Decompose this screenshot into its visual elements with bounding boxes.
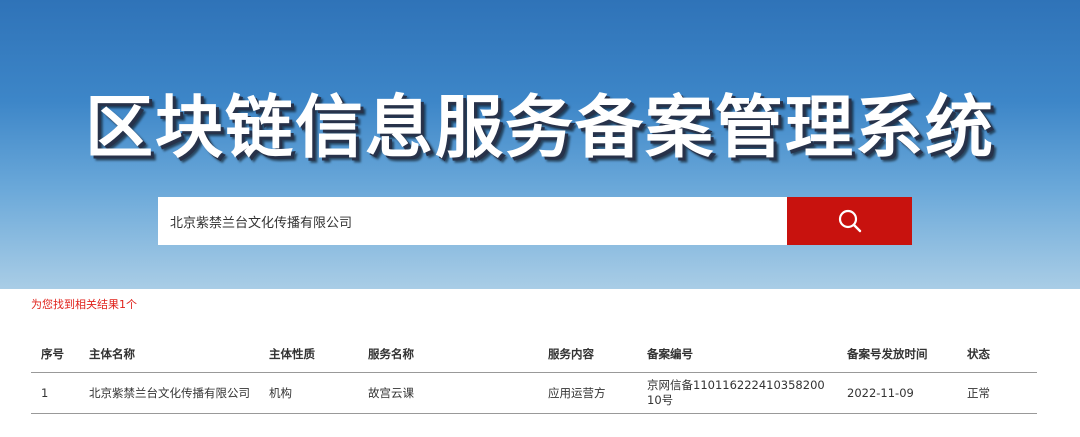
result-count: 为您找到相关结果1个 xyxy=(31,298,137,311)
search-button[interactable] xyxy=(787,197,912,245)
search-input[interactable] xyxy=(158,197,787,245)
column-header-entity-name: 主体名称 xyxy=(79,336,259,373)
header-banner: 区块链信息服务备案管理系统 xyxy=(0,0,1080,289)
cell-service-name: 故宫云课 xyxy=(358,372,538,414)
cell-no: 1 xyxy=(31,372,79,414)
column-header-service-content: 服务内容 xyxy=(538,336,637,373)
cell-issue-date: 2022-11-09 xyxy=(837,372,957,414)
column-header-record-number: 备案编号 xyxy=(637,336,837,373)
column-header-service-name: 服务名称 xyxy=(358,336,538,373)
table-row[interactable]: 1 北京紫禁兰台文化传播有限公司 机构 故宫云课 应用运营方 京网信备11011… xyxy=(31,372,1037,414)
cell-status: 正常 xyxy=(957,372,1037,414)
results-table: 序号 主体名称 主体性质 服务名称 服务内容 备案编号 备案号发放时间 状态 1… xyxy=(31,336,1037,414)
page-title: 区块链信息服务备案管理系统 xyxy=(84,89,995,168)
column-header-status: 状态 xyxy=(957,336,1037,373)
search-bar xyxy=(158,197,912,245)
cell-service-content: 应用运营方 xyxy=(538,372,637,414)
table-header-row: 序号 主体名称 主体性质 服务名称 服务内容 备案编号 备案号发放时间 状态 xyxy=(31,336,1037,373)
record-number-text: 京网信备11011622241035820010号 xyxy=(647,378,825,407)
search-icon xyxy=(838,209,861,233)
cell-record-number: 京网信备11011622241035820010号 xyxy=(637,372,837,414)
cell-entity-name: 北京紫禁兰台文化传播有限公司 xyxy=(79,372,259,414)
column-header-entity-type: 主体性质 xyxy=(259,336,358,373)
cell-entity-type: 机构 xyxy=(259,372,358,414)
column-header-issue-date: 备案号发放时间 xyxy=(837,336,957,373)
column-header-no: 序号 xyxy=(31,336,79,373)
